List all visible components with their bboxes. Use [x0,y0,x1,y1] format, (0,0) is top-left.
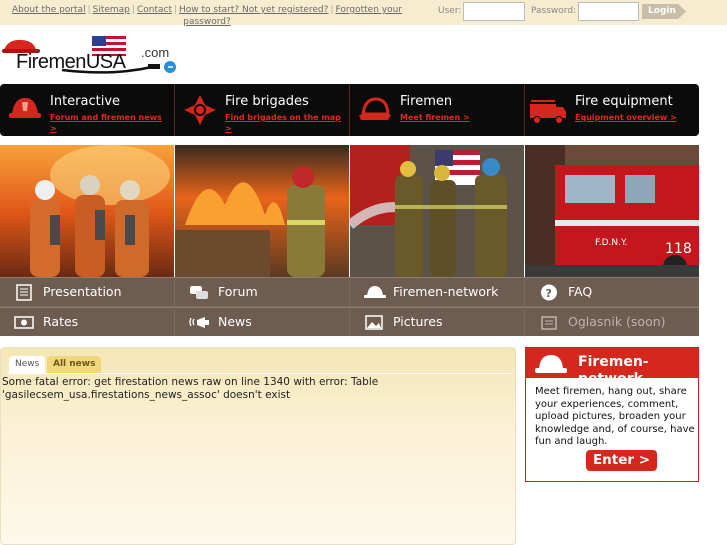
photo-image: 118 F.D.N.Y. [525,145,699,277]
nav-sublink[interactable]: Forum and firemen news > [50,112,170,134]
photo-firemen-flag[interactable] [350,145,524,277]
main-nav: Interactive Forum and firemen news > Fir… [0,84,699,136]
svg-text:F.D.N.Y.: F.D.N.Y. [595,238,628,248]
nav-title: Firemen [400,94,453,109]
nav-sublink[interactable]: Find brigades on the map > [225,112,345,134]
nav-sublink[interactable]: Equipment overview > [575,112,695,123]
menu-presentation[interactable]: Presentation [0,277,174,306]
news-icon [189,317,209,328]
site-logo[interactable]: FiremenUSA .com [2,34,182,78]
link-about[interactable]: About the portal [12,5,86,15]
menu-rates[interactable]: Rates [0,307,174,336]
photo-image [175,145,349,277]
helmet-icon [535,355,567,373]
logo-suffix: .com [141,45,170,60]
photo-image [0,145,174,277]
password-input[interactable] [578,2,639,21]
section-menu: Presentation Forum Firemen-network ? FAQ… [0,277,699,336]
fire-truck-icon [530,100,566,124]
separator: | [87,5,91,15]
link-sitemap[interactable]: Sitemap [93,5,130,15]
user-label: User: [438,6,462,16]
error-message: Some fatal error: get firestation news r… [2,376,379,401]
tab-all-news[interactable]: All news [47,356,102,373]
menu-oglasnik: Oglasnik (soon) [525,307,699,336]
helmet-icon [364,286,386,298]
box-title: Firemen-network [578,354,649,378]
fire-helmet-shield-icon [9,98,41,118]
box-header: Firemen-network [526,348,698,378]
menu-forum[interactable]: Forum [175,277,349,306]
forum-icon [190,286,208,299]
menu-faq[interactable]: ? FAQ [525,277,699,306]
maltese-cross-icon [184,95,216,125]
logo-brand: FiremenUSA [16,51,126,73]
divider [7,373,512,374]
nav-title: Fire equipment [575,94,673,109]
svg-text:118: 118 [665,241,692,257]
menu-label: News [218,314,252,329]
menu-pictures[interactable]: Pictures [350,307,524,336]
photo-firefighters-fire[interactable] [0,145,174,277]
top-bar: About the portal | Sitemap | Contact | How to … [0,0,727,28]
pictures-icon [365,315,383,330]
separator: | [330,5,334,15]
nav-firemen[interactable]: Firemen Meet firemen > [350,84,525,136]
box-text: Meet firemen, hang out, share your exper… [535,386,695,447]
link-contact[interactable]: Contact [137,5,172,15]
menu-label: Presentation [43,284,122,299]
password-label: Password: [531,6,577,16]
nav-interactive[interactable]: Interactive Forum and firemen news > [0,84,175,136]
user-input[interactable] [463,2,525,21]
nav-fire-brigades[interactable]: Fire brigades Find brigades on the map > [175,84,350,136]
firemen-network-box: Firemen-network Meet firemen, hang out, … [525,347,699,482]
classifieds-icon [541,316,557,330]
nav-sublink[interactable]: Meet firemen > [400,112,520,123]
fire-helmet-icon [359,97,391,120]
menu-label: Pictures [393,314,443,329]
top-links: About the portal | Sitemap | Contact | How to … [12,4,402,28]
menu-label: FAQ [568,284,593,299]
tab-news[interactable]: News [9,356,46,373]
photo-fire-truck[interactable]: 118 F.D.N.Y. [525,145,699,277]
separator: | [131,5,135,15]
separator: | [173,5,178,15]
nav-title: Interactive [50,94,121,109]
menu-label: Forum [218,284,258,299]
rates-icon [14,316,34,329]
menu-label: Oglasnik (soon) [568,314,666,329]
nav-fire-equipment[interactable]: Fire equipment Equipment overview > [525,84,700,136]
menu-firemen-network[interactable]: Firemen-network [350,277,524,306]
menu-label: Rates [43,314,79,329]
news-panel: News All news Some fatal error: get fire… [0,347,516,545]
photo-fireman-flames[interactable] [175,145,349,277]
photo-image [350,145,524,277]
menu-label: Firemen-network [393,284,499,299]
svg-text:?: ? [546,287,552,300]
link-how-to-start[interactable]: How to start? Not yet registered? [179,5,328,15]
login-button[interactable]: Login [642,4,686,19]
enter-button[interactable]: Enter > [586,450,657,471]
presentation-icon [16,284,32,301]
faq-icon: ? [541,284,557,301]
photo-strip: 118 F.D.N.Y. [0,145,699,277]
menu-news[interactable]: News [175,307,349,336]
nav-title: Fire brigades [225,94,309,109]
